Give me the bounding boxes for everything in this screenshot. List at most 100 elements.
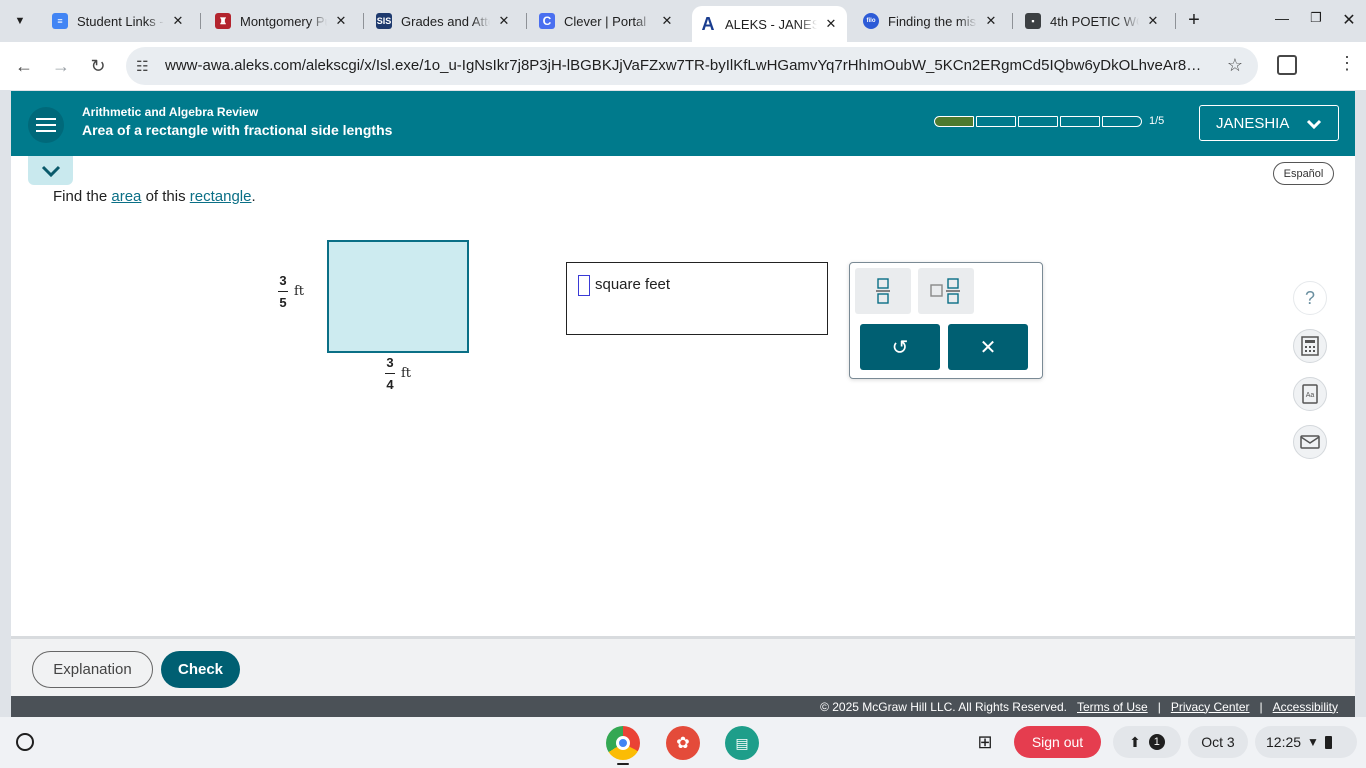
undo-button[interactable]: ↺ [860, 324, 940, 370]
separator: | [1157, 699, 1161, 714]
collapse-toggle[interactable] [28, 156, 73, 185]
dictionary-icon[interactable]: Aa [1293, 377, 1327, 411]
progress-segment [976, 116, 1016, 127]
tab-title: Clever | Portal [564, 13, 647, 29]
tab-student-links[interactable]: ≡ Student Links - C ✕ [44, 6, 194, 36]
classroom-icon: ▪ [1025, 13, 1041, 29]
reload-icon[interactable]: ↻ [86, 54, 110, 78]
privacy-link[interactable]: Privacy Center [1171, 700, 1250, 714]
extensions-icon[interactable] [1277, 55, 1297, 75]
progress-count: 1/5 [1149, 115, 1165, 127]
os-shelf: ✿ ▤ ⊞ Sign out ⬆ 1 Oct 3 12:25 ▼ [0, 717, 1366, 768]
espanol-button[interactable]: Español [1273, 162, 1334, 185]
launcher-icon[interactable] [16, 733, 34, 751]
height-unit: ft [294, 284, 305, 299]
action-bar: Explanation Check [11, 636, 1355, 696]
clear-button[interactable]: ✕ [948, 324, 1028, 370]
math-keypad: ↺ ✕ [849, 262, 1043, 379]
help-icon[interactable]: ? [1293, 281, 1327, 315]
answer-unit: square feet [595, 276, 671, 293]
clever-icon: C [539, 13, 555, 29]
close-tab-icon[interactable]: ✕ [496, 13, 512, 29]
tab-montgomery[interactable]: ♜ Montgomery Pub ✕ [207, 6, 357, 36]
input-cursor[interactable] [578, 275, 590, 296]
back-arrow-icon[interactable]: ← [12, 54, 36, 78]
forward-arrow-icon[interactable]: → [49, 54, 73, 78]
google-docs-icon: ≡ [52, 13, 68, 29]
tab-separator [526, 13, 527, 29]
close-tab-icon[interactable]: ✕ [170, 13, 186, 29]
tab-search-chevron-icon[interactable]: ▼ [8, 9, 32, 33]
site-info-icon[interactable]: ☷ [136, 58, 149, 75]
topic-title: Area of a rectangle with fractional side… [82, 122, 393, 138]
new-tab-icon[interactable]: + [1183, 10, 1205, 30]
mixed-number-key[interactable] [918, 268, 974, 314]
filo-icon: filo [863, 13, 879, 29]
copyright-bar: © 2025 McGraw Hill LLC. All Rights Reser… [11, 696, 1355, 717]
check-button[interactable]: Check [161, 651, 240, 688]
tab-title: Student Links - C [77, 13, 164, 29]
time-display: 12:25 [1266, 734, 1302, 750]
tab-separator [363, 13, 364, 29]
progress-segment [934, 116, 974, 127]
sign-out-button[interactable]: Sign out [1014, 726, 1101, 758]
tab-filo[interactable]: filo Finding the mis ✕ [855, 6, 1007, 36]
classroom-app-icon[interactable]: ▤ [725, 726, 759, 760]
school-crest-icon: ♜ [215, 13, 231, 29]
width-denominator: 4 [386, 377, 394, 392]
area-link[interactable]: area [111, 188, 141, 205]
browser-menu-icon[interactable]: ⋮ [1338, 54, 1356, 72]
question-text: Find the area of this rectangle. [53, 188, 256, 205]
tab-separator [1012, 13, 1013, 29]
address-bar[interactable]: ☷ www-awa.aleks.com/alekscgi/x/Isl.exe/1… [126, 47, 1258, 85]
question-part: Find the [53, 188, 112, 205]
tab-poetic[interactable]: ▪ 4th POETIC WO ✕ [1017, 6, 1169, 36]
battery-icon [1324, 735, 1332, 749]
bookmark-star-icon[interactable]: ☆ [1227, 55, 1243, 76]
close-tab-icon[interactable]: ✕ [333, 13, 349, 29]
upload-icon: ⬆ [1129, 733, 1141, 750]
width-numerator: 3 [386, 355, 394, 370]
close-tab-icon[interactable]: ✕ [983, 13, 999, 29]
close-tab-icon[interactable]: ✕ [1145, 13, 1161, 29]
chevron-down-icon [1304, 114, 1324, 137]
chrome-icon[interactable] [606, 726, 640, 760]
width-unit: ft [401, 366, 412, 381]
paint-palette-icon[interactable]: ✿ [666, 726, 700, 760]
aleks-icon: A [701, 13, 715, 34]
tab-separator [1175, 13, 1176, 29]
date-display[interactable]: Oct 3 [1188, 726, 1248, 758]
window-close-icon[interactable]: ✕ [1340, 10, 1358, 30]
close-tab-icon[interactable]: ✕ [823, 16, 839, 32]
width-label: 3 4 ft [385, 355, 411, 392]
tab-clever[interactable]: C Clever | Portal ✕ [531, 6, 683, 36]
minimize-icon[interactable]: — [1273, 10, 1291, 26]
screen-capture-icon[interactable]: ⊞ [972, 726, 998, 758]
accessibility-link[interactable]: Accessibility [1273, 700, 1338, 714]
height-numerator: 3 [279, 273, 287, 288]
fraction-key[interactable] [855, 268, 911, 314]
calculator-icon[interactable] [1293, 329, 1327, 363]
wifi-icon: ▼ [1307, 735, 1319, 749]
user-menu-button[interactable]: JANESHIA [1199, 105, 1339, 141]
tab-grades[interactable]: SIS Grades and Atte ✕ [368, 6, 520, 36]
height-label: 3 5 ft [278, 273, 304, 310]
status-tray[interactable]: 12:25 ▼ [1255, 726, 1357, 758]
close-tab-icon[interactable]: ✕ [659, 13, 675, 29]
tab-aleks[interactable]: A ALEKS - JANESH ✕ [692, 6, 847, 42]
separator: | [1259, 699, 1263, 714]
active-app-indicator [617, 763, 629, 765]
notification-tray[interactable]: ⬆ 1 [1113, 726, 1181, 758]
url-text[interactable]: www-awa.aleks.com/alekscgi/x/Isl.exe/1o_… [165, 57, 1205, 74]
restore-icon[interactable]: ❐ [1307, 10, 1325, 26]
menu-icon[interactable] [28, 107, 64, 143]
aleks-header: Arithmetic and Algebra Review Area of a … [11, 91, 1355, 156]
answer-input[interactable]: square feet [566, 262, 828, 335]
question-part: of this [141, 188, 190, 205]
rectangle-link[interactable]: rectangle [190, 188, 252, 205]
mail-icon[interactable] [1293, 425, 1327, 459]
terms-link[interactable]: Terms of Use [1077, 700, 1148, 714]
tab-title: 4th POETIC WO [1050, 13, 1139, 29]
progress-segment [1060, 116, 1100, 127]
explanation-button[interactable]: Explanation [32, 651, 153, 688]
